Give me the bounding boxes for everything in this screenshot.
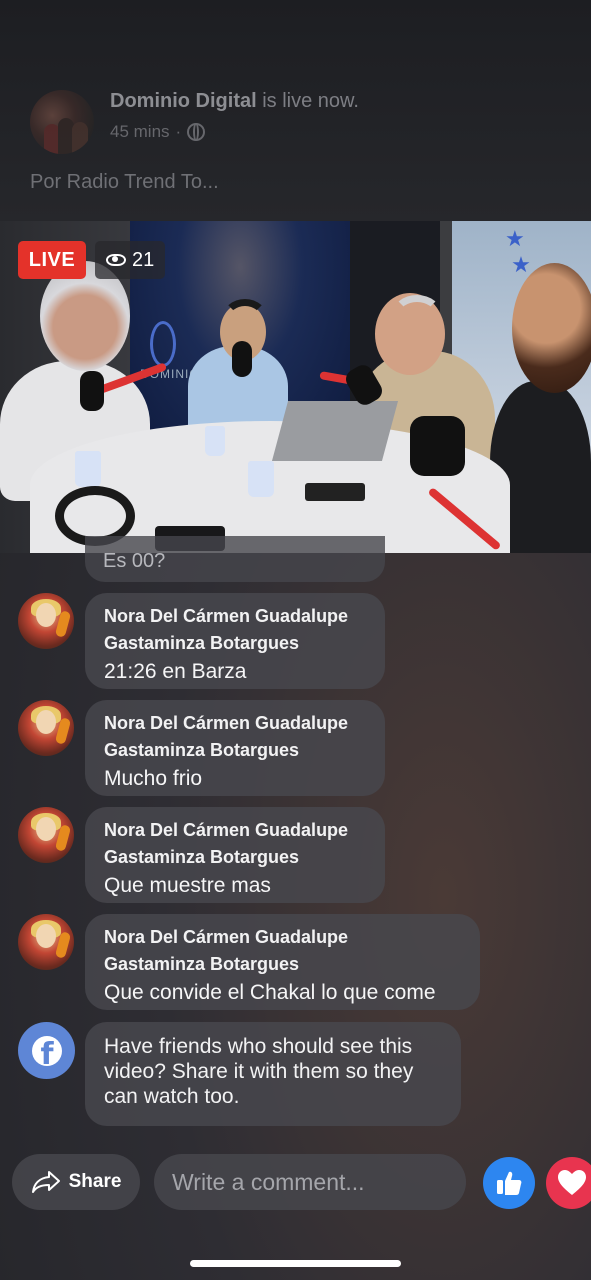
- like-reaction-button[interactable]: [483, 1157, 535, 1209]
- comment-text: Que muestre mas: [104, 874, 271, 897]
- home-indicator[interactable]: [190, 1260, 401, 1267]
- post-meta: 45 mins ·: [110, 122, 206, 142]
- commenter-name[interactable]: Nora Del Cármen Guadalupe: [104, 817, 366, 844]
- share-button[interactable]: Share: [12, 1154, 140, 1210]
- studio-logo: [150, 321, 176, 367]
- viewer-count-value: 21: [132, 248, 155, 271]
- commenter-avatar[interactable]: [18, 700, 74, 756]
- post-description[interactable]: Por Radio Trend To...: [30, 171, 219, 194]
- viewer-count: 21: [95, 241, 166, 279]
- meta-separator: ·: [175, 122, 182, 141]
- live-badge: LIVE: [18, 241, 86, 279]
- page-avatar[interactable]: [30, 90, 94, 154]
- post-time: 45 mins: [110, 122, 170, 141]
- star-decoration-icon: ★ ★: [505, 226, 531, 277]
- microphone: [80, 371, 104, 411]
- guest-right-head: [512, 263, 591, 393]
- live-status-line: Dominio Digital is live now.: [110, 90, 359, 113]
- commenter-avatar[interactable]: [18, 807, 74, 863]
- commenter-name[interactable]: Gastaminza Botargues: [104, 844, 366, 871]
- host-center-headphones: [222, 299, 268, 339]
- laptop: [271, 401, 399, 461]
- commenter-name[interactable]: Nora Del Cármen Guadalupe: [104, 710, 366, 737]
- comment-bubble[interactable]: Nora Del Cármen Guadalupe Gastaminza Bot…: [85, 807, 385, 903]
- previous-comment-bubble: Es 00?: [85, 536, 385, 582]
- live-status-text: is live now.: [256, 90, 359, 112]
- share-arrow-icon: [31, 1171, 60, 1193]
- host-right-headphones: [392, 295, 442, 335]
- comment-bubble[interactable]: Nora Del Cármen Guadalupe Gastaminza Bot…: [85, 914, 480, 1010]
- microphone: [232, 341, 252, 377]
- share-label: Share: [68, 1171, 122, 1192]
- commenter-avatar[interactable]: [18, 593, 74, 649]
- commenter-name[interactable]: Gastaminza Botargues: [104, 630, 366, 657]
- love-reaction-button[interactable]: [546, 1157, 591, 1209]
- eye-icon: [106, 254, 126, 266]
- live-video[interactable]: DOMINIO DIGITAL ★ ★: [0, 221, 591, 553]
- microphone: [410, 416, 465, 476]
- comment-text: Mucho frio: [104, 767, 203, 790]
- comment-bubble[interactable]: Nora Del Cármen Guadalupe Gastaminza Bot…: [85, 593, 385, 689]
- thumbs-up-icon: [497, 1171, 522, 1195]
- water-glass: [75, 451, 101, 487]
- share-suggestion-message[interactable]: Have friends who should see this video? …: [85, 1022, 461, 1126]
- facebook-icon: f: [18, 1022, 75, 1079]
- commenter-name[interactable]: Nora Del Cármen Guadalupe: [104, 924, 461, 951]
- commenter-name[interactable]: Gastaminza Botargues: [104, 737, 366, 764]
- heart-icon: [558, 1170, 586, 1195]
- commenter-avatar[interactable]: [18, 914, 74, 970]
- comment-input[interactable]: [154, 1154, 466, 1210]
- water-glass: [248, 461, 274, 497]
- mixer: [305, 483, 365, 501]
- page-name[interactable]: Dominio Digital: [110, 90, 257, 112]
- comment-text: Que convide el Chakal lo que come: [104, 981, 436, 1004]
- comment-bubble[interactable]: Nora Del Cármen Guadalupe Gastaminza Bot…: [85, 700, 385, 796]
- globe-icon: [187, 123, 206, 141]
- commenter-name[interactable]: Gastaminza Botargues: [104, 951, 461, 978]
- comment-text: 21:26 en Barza: [104, 660, 247, 683]
- previous-comment-text: Es 00?: [103, 550, 166, 572]
- water-glass: [205, 426, 225, 456]
- commenter-name[interactable]: Nora Del Cármen Guadalupe: [104, 603, 366, 630]
